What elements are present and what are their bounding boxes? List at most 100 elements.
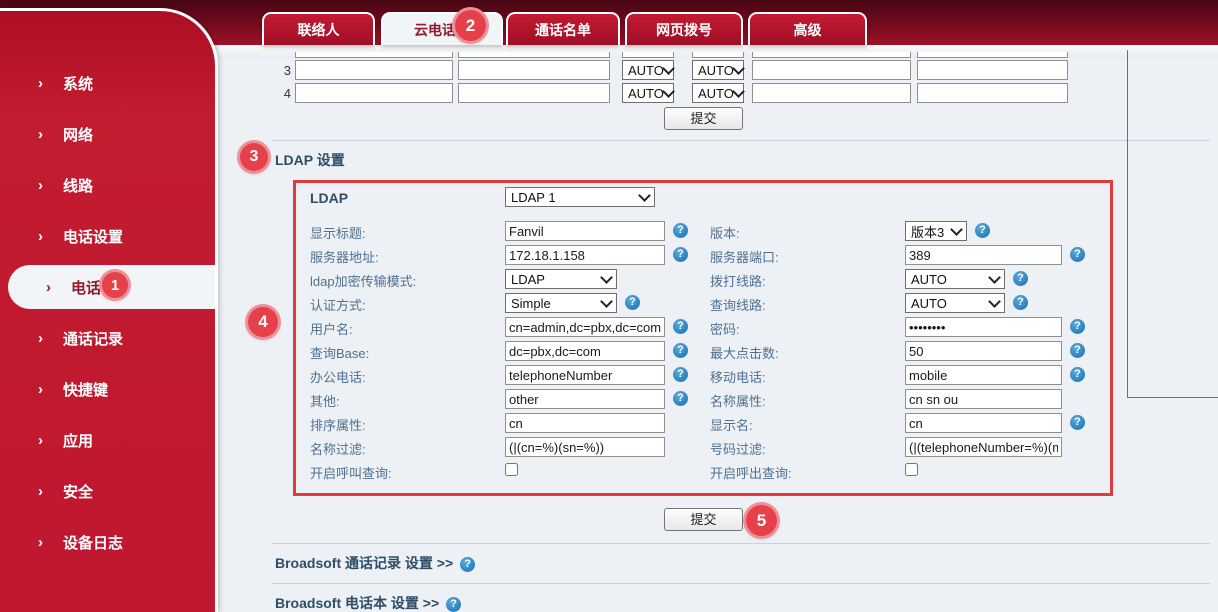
field-label: 办公电话: [310,367,366,386]
field-input[interactable] [505,341,665,361]
field-label: 显示名: [710,415,753,434]
help-icon[interactable]: ? [975,223,990,238]
field-input[interactable] [905,413,1062,433]
chevron-right-icon: › [38,330,43,347]
sidebar-item-2[interactable]: ›网络 [0,112,215,156]
field-select[interactable]: AUTO [905,293,1005,313]
help-icon[interactable]: ? [625,295,640,310]
clipped-row-cell [917,52,1068,58]
sidebar-item-label: 设备日志 [63,532,123,553]
tab-label: 联络人 [298,20,340,40]
field-select[interactable]: 版本3 [905,221,967,241]
broadsoft-calllog-title: Broadsoft 通话记录 设置 >> [275,555,453,571]
field-input[interactable] [505,437,665,457]
sidebar-item-6[interactable]: ›通话记录 [0,316,215,360]
field-input[interactable] [905,317,1062,337]
field-input[interactable] [905,365,1062,385]
annotation-badge-3: 3 [240,143,268,171]
field-input[interactable] [505,245,665,265]
help-icon[interactable]: ? [1070,319,1085,334]
field-input[interactable] [505,317,665,337]
field-label: 排序属性: [310,415,366,434]
table-line-select[interactable]: AUTO [692,60,744,80]
sidebar-item-label: 线路 [63,175,93,196]
annotation-badge-2: 2 [455,10,486,41]
sidebar-item-10[interactable]: ›设备日志 [0,520,215,564]
ldap-submit-button[interactable]: 提交 [664,508,743,531]
field-input[interactable] [905,437,1062,457]
clipped-row-cell [295,52,453,58]
help-icon[interactable]: ? [1070,415,1085,430]
field-label: 密码: [710,319,740,338]
sidebar-item-8[interactable]: ›应用 [0,418,215,462]
field-label: 开启呼出查询: [710,463,792,482]
field-checkbox[interactable] [905,463,918,476]
sidebar-item-1[interactable]: ›系统 [0,61,215,105]
help-icon[interactable]: ? [673,367,688,382]
field-select[interactable]: AUTO [905,269,1005,289]
field-input[interactable] [505,389,665,409]
page: 联络人云电话本通话名单网页拨号高级 ›系统›网络›线路›电话设置›电话本›通话记… [0,0,1218,612]
field-input[interactable] [905,245,1062,265]
field-select[interactable]: LDAP [505,269,617,289]
field-input[interactable] [505,221,665,241]
help-icon[interactable]: ? [460,557,475,572]
field-checkbox[interactable] [505,463,518,476]
chevron-down-icon [662,62,675,75]
sidebar-item-7[interactable]: ›快捷键 [0,367,215,411]
tab-4[interactable]: 网页拨号 [625,12,743,45]
field-label: 服务器端口: [710,247,779,266]
help-icon[interactable]: ? [446,597,461,612]
help-icon[interactable]: ? [673,247,688,262]
field-input[interactable] [905,389,1062,409]
field-input[interactable] [905,341,1062,361]
table-line-select[interactable]: AUTO [692,83,744,103]
sidebar-item-9[interactable]: ›安全 [0,469,215,513]
table-cell-input[interactable] [295,83,453,103]
field-select-value: Simple [511,296,551,311]
ldap-profile-select[interactable]: LDAP 1 [505,187,655,207]
broadsoft-phonebook-header[interactable]: Broadsoft 电话本 设置 >>? [275,593,461,612]
table-line-select[interactable]: AUTO [622,83,674,103]
broadsoft-phonebook-title: Broadsoft 电话本 设置 >> [275,595,439,611]
tab-1[interactable]: 联络人 [262,12,375,45]
help-icon[interactable]: ? [1013,295,1028,310]
table-row-index: 4 [277,86,291,101]
ldap-annotation-box: LDAP LDAP 1 显示标题:?服务器地址:?ldap加密传输模式:LDAP… [293,180,1113,496]
tab-3[interactable]: 通话名单 [506,12,620,45]
broadsoft-calllog-header[interactable]: Broadsoft 通话记录 设置 >>? [275,553,475,573]
help-icon[interactable]: ? [1070,247,1085,262]
field-input[interactable] [505,365,665,385]
chevron-right-icon: › [46,279,51,296]
help-icon[interactable]: ? [673,391,688,406]
table-cell-input[interactable] [752,60,911,80]
clipped-row-cell [692,52,744,58]
sidebar-item-label: 快捷键 [63,379,108,400]
sidebar-item-3[interactable]: ›线路 [0,163,215,207]
field-input[interactable] [505,413,665,433]
help-icon[interactable]: ? [1013,271,1028,286]
help-icon[interactable]: ? [673,319,688,334]
field-select-value: AUTO [911,272,947,287]
help-icon[interactable]: ? [673,223,688,238]
help-icon[interactable]: ? [1070,343,1085,358]
help-icon[interactable]: ? [1070,367,1085,382]
sidebar-item-4[interactable]: ›电话设置 [0,214,215,258]
table-cell-input[interactable] [458,83,610,103]
table-cell-input[interactable] [752,83,911,103]
field-label: 认证方式: [310,295,366,314]
help-icon[interactable]: ? [673,343,688,358]
field-label: ldap加密传输模式: [310,271,416,290]
table-cell-input[interactable] [458,60,610,80]
tab-5[interactable]: 高级 [748,12,867,45]
table-submit-button[interactable]: 提交 [664,107,743,130]
table-line-select-value: AUTO [628,63,664,78]
table-cell-input[interactable] [917,60,1068,80]
table-cell-input[interactable] [295,60,453,80]
field-label: 版本: [710,223,740,242]
field-select[interactable]: Simple [505,293,617,313]
table-cell-input[interactable] [917,83,1068,103]
sidebar-item-label: 电话设置 [63,226,123,247]
tab-label: 通话名单 [535,20,591,40]
table-line-select[interactable]: AUTO [622,60,674,80]
